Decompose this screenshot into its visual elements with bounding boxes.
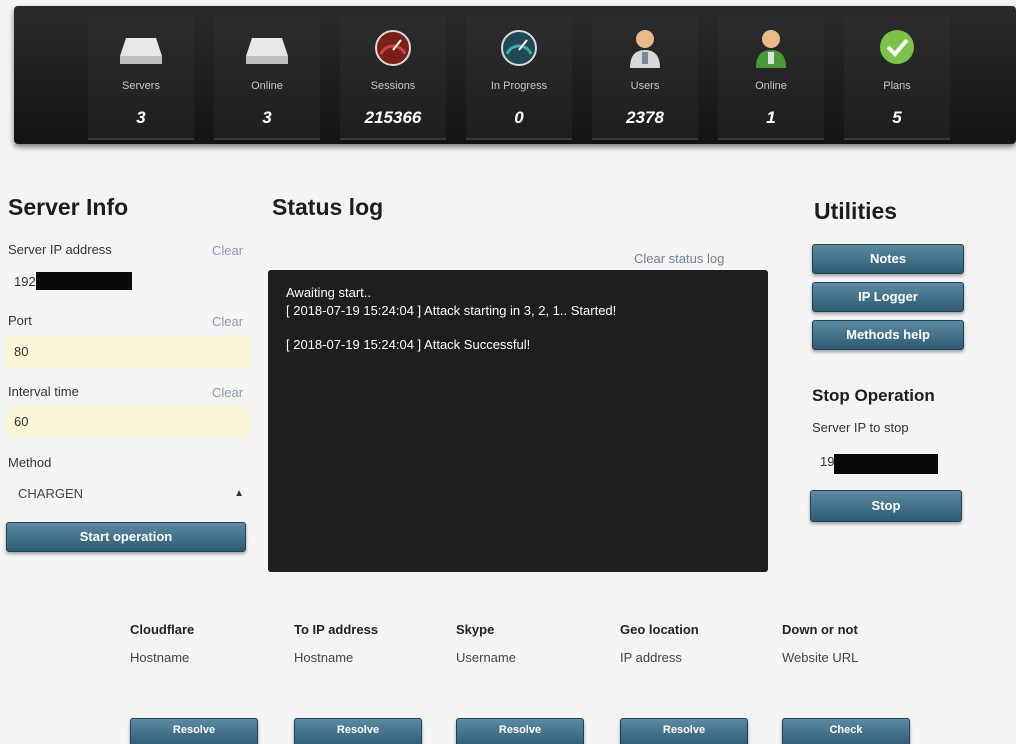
methods-help-button[interactable]: Methods help (812, 320, 964, 350)
log-line: Awaiting start.. (286, 285, 372, 300)
server-ip-label: Server IP address (8, 242, 112, 257)
skype-title: Skype (456, 622, 495, 637)
cloudflare-title: Cloudflare (130, 622, 195, 637)
server-icon (120, 38, 162, 64)
start-operation-button[interactable]: Start operation (6, 522, 246, 552)
cloudflare-input[interactable]: Hostname (130, 650, 260, 672)
stat-online-servers: Online 3 (214, 16, 320, 140)
stat-users: Users 2378 (592, 16, 698, 140)
status-log-box: Awaiting start.. [ 2018-07-19 15:24:04 ]… (268, 270, 768, 572)
geo-location-input[interactable]: IP address (620, 650, 750, 672)
stat-value: 2378 (626, 108, 664, 127)
interval-label: Interval time (8, 384, 79, 399)
log-line: [ 2018-07-19 15:24:04 ] Attack starting … (286, 303, 617, 318)
down-or-not-input[interactable]: Website URL (782, 650, 912, 672)
stat-label: Sessions (370, 80, 416, 92)
clear-interval-link[interactable]: Clear (212, 385, 243, 400)
stat-value: 0 (514, 108, 524, 127)
log-line: [ 2018-07-19 15:24:04 ] Attack Successfu… (286, 337, 531, 352)
port-label: Port (8, 313, 32, 328)
stat-label: Users (630, 80, 660, 92)
redaction-block (36, 272, 132, 290)
stat-label: In Progress (490, 80, 548, 92)
stat-value: 3 (136, 108, 146, 127)
ip-logger-button[interactable]: IP Logger (812, 282, 964, 312)
stat-servers: Servers 3 (88, 16, 194, 140)
down-or-not-check-button[interactable]: Check (782, 718, 910, 744)
port-input[interactable]: 80 (6, 336, 250, 368)
stop-button[interactable]: Stop (810, 490, 962, 522)
status-log-title: Status log (272, 194, 384, 220)
gauge-icon (375, 30, 411, 66)
cloudflare-resolve-button[interactable]: Resolve (130, 718, 258, 744)
log-spacer (286, 320, 750, 336)
stat-value: 215366 (364, 108, 422, 127)
method-select[interactable]: CHARGEN ▲ (6, 480, 250, 508)
stat-plans: Plans 5 (844, 16, 950, 140)
down-or-not-title: Down or not (782, 622, 858, 637)
to-ip-resolve-button[interactable]: Resolve (294, 718, 422, 744)
interval-value: 60 (14, 414, 29, 429)
stat-sessions: Sessions 215366 (340, 16, 446, 140)
to-ip-title: To IP address (294, 622, 379, 637)
select-arrows-icon: ▲ (234, 488, 244, 499)
utilities-title: Utilities (814, 198, 898, 224)
clear-status-log-link[interactable]: Clear status log (634, 251, 724, 266)
user-icon (756, 30, 786, 68)
geo-location-title: Geo location (620, 622, 699, 637)
stats-bar: Servers 3 Online 3 Sessions 215366 In Pr… (14, 6, 1016, 144)
stat-value: 3 (262, 108, 272, 127)
port-value: 80 (14, 344, 29, 359)
stat-value: 1 (766, 108, 776, 127)
stat-label: Plans (883, 80, 911, 92)
method-value: CHARGEN (18, 486, 84, 501)
method-label: Method (8, 455, 52, 470)
stop-operation-title: Stop Operation (812, 386, 935, 405)
stat-label: Online (251, 80, 283, 92)
notes-button[interactable]: Notes (812, 244, 964, 274)
clear-ip-link[interactable]: Clear (212, 243, 243, 258)
skype-input[interactable]: Username (456, 650, 586, 672)
skype-resolve-button[interactable]: Resolve (456, 718, 584, 744)
user-icon (630, 30, 660, 68)
check-icon (880, 30, 914, 64)
server-info-title: Server Info (8, 194, 129, 220)
redaction-block (834, 454, 938, 474)
clear-port-link[interactable]: Clear (212, 314, 243, 329)
stat-label: Online (755, 80, 787, 92)
stat-online-users: Online 1 (718, 16, 824, 140)
stop-ip-label: Server IP to stop (812, 420, 909, 435)
geo-location-resolve-button[interactable]: Resolve (620, 718, 748, 744)
stat-value: 5 (892, 108, 902, 127)
server-icon (246, 38, 288, 64)
interval-input[interactable]: 60 (6, 406, 250, 438)
stat-in-progress: In Progress 0 (466, 16, 572, 140)
stat-label: Servers (122, 80, 160, 92)
stop-ip-value: 19 (820, 454, 835, 469)
gauge-icon (501, 30, 537, 66)
server-ip-value: 192 (14, 274, 36, 289)
to-ip-input[interactable]: Hostname (294, 650, 424, 672)
